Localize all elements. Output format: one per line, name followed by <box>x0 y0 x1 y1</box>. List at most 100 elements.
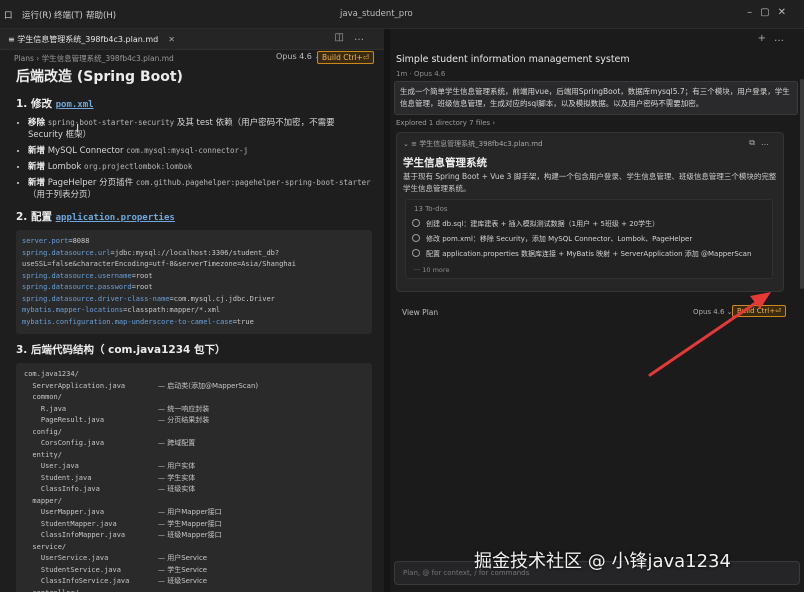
file-icon: ≡ <box>8 35 18 44</box>
window-controls[interactable]: –▢✕ <box>747 7 794 18</box>
tree-row: UserMapper.java — 用户Mapper接口 <box>24 507 366 519</box>
section-heading-pom: 1. 修改 pom.xml <box>16 98 94 110</box>
tab-label: 学生信息管理系统_398fb4c3.plan.md <box>17 35 159 44</box>
tree-path: ClassInfoService.java <box>24 577 130 585</box>
tree-row: ServerApplication.java — 启动类(添加@MapperSca… <box>24 381 366 393</box>
plan-document: 后端改造 (Spring Boot) 1. 修改 pom.xml 移除 spri… <box>16 66 372 592</box>
config-code-block: server.port=8088 spring.datasource.url=jd… <box>16 230 372 334</box>
pom-change-list: 移除 spring-boot-starter-security 及其 test … <box>16 117 372 201</box>
view-plan-link[interactable]: View Plan <box>402 308 438 317</box>
tree-path: PageResult.java <box>24 416 105 424</box>
more-icon[interactable]: … <box>354 32 374 43</box>
explored-summary[interactable]: Explored 1 directory 7 files › <box>396 119 495 127</box>
tree-row: service/ <box>24 542 366 554</box>
split-icon[interactable]: ◫ <box>335 32 354 43</box>
plan-title: 学生信息管理系统 <box>403 157 487 169</box>
tree-path: UserMapper.java <box>24 508 105 516</box>
tree-path: ClassInfoMapper.java <box>24 531 126 539</box>
tree-comment: — 分页结果封装 <box>158 416 210 424</box>
build-button[interactable]: Build Ctrl+⏎ <box>317 51 375 64</box>
model-selector[interactable]: Opus 4.6 ⌄ <box>693 308 733 316</box>
circle-icon <box>412 234 420 242</box>
tree-row: User.java — 用户实体 <box>24 461 366 473</box>
tree-comment: — 启动类(添加@MapperScan) <box>158 381 259 390</box>
tree-path: entity/ <box>24 450 62 459</box>
scrollbar[interactable] <box>800 79 804 289</box>
plan-file-header[interactable]: ⌄ ≡ 学生信息管理系统_398fb4c3.plan.md <box>403 139 543 149</box>
tree-path: StudentMapper.java <box>24 519 117 528</box>
tree-row: mapper/ <box>24 496 366 508</box>
tree-comment: — 班级Service <box>158 577 208 585</box>
todo-item[interactable]: 创建 db.sql：建库建表 + 插入模拟测试数据（1用户 + 5班级 + 20… <box>412 219 659 229</box>
list-item: 新增 MySQL Connector com.mysql:mysql-conne… <box>28 145 372 157</box>
text-cursor: I <box>76 122 80 135</box>
tree-row: ClassInfoService.java — 班级Service <box>24 576 366 588</box>
chat-meta: 1m · Opus 4.6 <box>396 70 446 78</box>
tree-path: R.java <box>24 404 67 413</box>
tree-row: UserService.java — 用户Service <box>24 553 366 565</box>
tree-row: common/ <box>24 392 366 404</box>
watermark: 掘金技术社区 @ 小锋java1234 <box>474 551 731 572</box>
menu-item-run[interactable]: 运行(R) <box>22 9 52 21</box>
tree-comment: — 班级实体 <box>158 485 196 493</box>
tree-path: config/ <box>24 427 62 436</box>
section-title: 后端改造 (Spring Boot) <box>16 69 183 85</box>
editor-tab-bar: ≡ 学生信息管理系统_398fb4c3.plan.md ✕ ◫… <box>0 29 384 50</box>
window-title: java_student_pro <box>340 9 413 19</box>
menu-bar: 口 运行(R) 终端(T) 帮助(H) java_student_pro –▢✕ <box>0 0 804 29</box>
tree-path: com.java1234/ <box>24 370 79 378</box>
tree-path: controller/ <box>24 589 78 592</box>
list-item: 新增 Lombok org.projectlombok:lombok <box>28 161 372 173</box>
tree-row: StudentService.java — 学生Service <box>24 565 366 577</box>
model-selector[interactable]: Opus 4.6 ⌄ <box>276 52 321 61</box>
tree-path: service/ <box>24 542 67 551</box>
todo-count: 13 To-dos <box>414 205 448 213</box>
tree-path: CorsConfig.java <box>24 439 105 447</box>
tree-comment: — 学生实体 <box>158 473 196 482</box>
build-button[interactable]: Build Ctrl+⏎ <box>732 305 786 317</box>
plan-description: 基于现有 Spring Boot + Vue 3 脚手架，构建一个包含用户登录、… <box>403 172 777 193</box>
more-icon[interactable]: … <box>761 138 775 147</box>
close-icon[interactable]: ✕ <box>168 35 175 44</box>
todo-item[interactable]: 修改 pom.xml：移除 Security，添加 MySQL Connecto… <box>412 234 692 244</box>
menu-item-terminal[interactable]: 终端(T) <box>54 9 83 21</box>
tree-row: entity/ <box>24 450 366 462</box>
code-structure-block: com.java1234/ ServerApplication.java — 启动… <box>16 363 372 592</box>
tree-row: config/ <box>24 427 366 439</box>
chat-title: Simple student information management sy… <box>396 54 630 65</box>
tree-row: Student.java — 学生实体 <box>24 473 366 485</box>
circle-icon <box>412 219 420 227</box>
more-icon[interactable]: … <box>774 33 792 44</box>
plus-icon[interactable]: + <box>758 33 774 44</box>
user-prompt[interactable]: 生成一个简单学生信息管理系统，前端用vue，后端用SpringBoot，数据库m… <box>394 81 798 115</box>
list-item: 移除 spring-boot-starter-security 及其 test … <box>28 117 372 141</box>
todo-list: 13 To-dos 创建 db.sql：建库建表 + 插入模拟测试数据（1用户 … <box>405 199 773 279</box>
tree-comment: — 用户Service <box>158 554 208 562</box>
tree-comment: — 用户Mapper接口 <box>158 508 222 516</box>
collapse-icon[interactable]: ⌄ ≡ <box>403 140 419 148</box>
tree-path: ClassInfo.java <box>24 485 100 493</box>
section-heading-structure: 3. 后端代码结构（ com.java1234 包下） <box>16 344 226 356</box>
tree-path: common/ <box>24 393 62 401</box>
breadcrumb[interactable]: Plans › 学生信息管理系统_398fb4c3.plan.md <box>14 53 174 64</box>
plan-card-actions: ⧉… <box>749 138 775 148</box>
config-link[interactable]: application.properties <box>56 213 175 223</box>
tree-comment: — 学生Mapper接口 <box>158 519 222 528</box>
tree-path: StudentService.java <box>24 565 121 574</box>
circle-icon <box>412 249 420 257</box>
todo-item[interactable]: 配置 application.properties 数据库连接 + MyBati… <box>412 249 751 259</box>
copy-icon[interactable]: ⧉ <box>749 138 761 147</box>
editor-tab[interactable]: ≡ 学生信息管理系统_398fb4c3.plan.md ✕ <box>2 32 181 47</box>
menu-item-window[interactable]: 口 <box>4 9 13 21</box>
tree-comment: — 学生Service <box>158 565 208 574</box>
tree-path: User.java <box>24 462 79 470</box>
pom-link[interactable]: pom.xml <box>56 100 94 110</box>
todo-more-link[interactable]: ··· 10 more <box>414 266 449 274</box>
plan-card: ⌄ ≡ 学生信息管理系统_398fb4c3.plan.md ⧉… 学生信息管理系… <box>396 132 784 292</box>
tree-comment: — 用户实体 <box>158 462 196 470</box>
tree-path: mapper/ <box>24 496 62 505</box>
menu-item-help[interactable]: 帮助(H) <box>86 9 116 21</box>
tree-row: CorsConfig.java — 跨域配置 <box>24 438 366 450</box>
tree-row: PageResult.java — 分页结果封装 <box>24 415 366 427</box>
tree-path: Student.java <box>24 473 92 482</box>
